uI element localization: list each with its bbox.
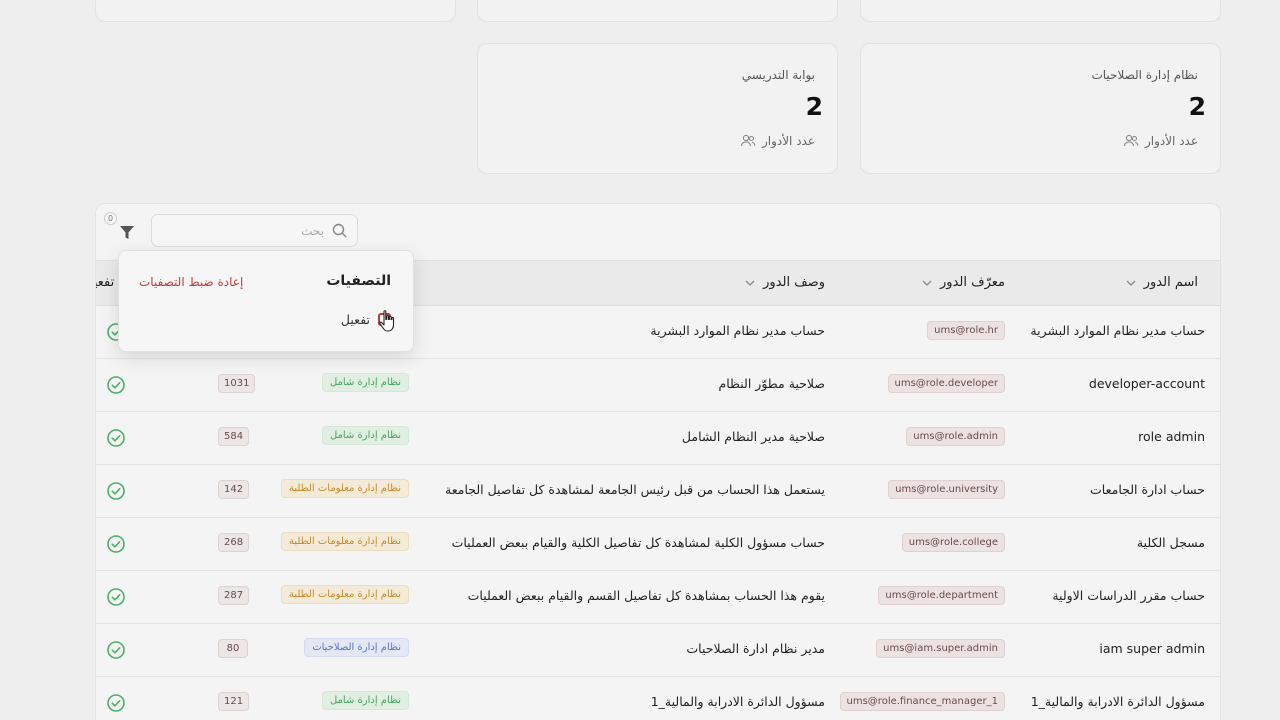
- column-header-label: تفعيل: [96, 275, 115, 290]
- users-icon: [1123, 134, 1139, 147]
- user-count-badge: 142: [218, 480, 250, 499]
- column-header-label: اسم الدور: [1143, 275, 1198, 290]
- search-input[interactable]: [174, 223, 324, 238]
- role-name: مسجل الكلية: [1136, 535, 1205, 550]
- system-badge: نظام إدارة شامل: [321, 373, 409, 392]
- hand-cursor-icon: [379, 310, 395, 332]
- role-code-badge: ums@iam.super.admin: [876, 639, 1005, 658]
- role-description: مسؤول الدائرة الادرابة والمالية_1: [650, 694, 825, 709]
- filter-count-badge: 0: [104, 212, 117, 225]
- check-circle-icon[interactable]: [106, 534, 126, 554]
- table-row[interactable]: role admin ums@role.admin صلاحية مدير النظ…: [96, 412, 1220, 465]
- role-description: يقوم هذا الحساب بمشاهدة كل تفاصيل القسم …: [467, 588, 825, 603]
- user-count-badge: 268: [218, 533, 250, 552]
- user-count-badge: 1031: [218, 374, 256, 393]
- role-name: iam super admin: [1099, 641, 1205, 656]
- chevron-down-icon: [1126, 280, 1136, 286]
- check-circle-icon[interactable]: [106, 693, 126, 713]
- system-badge: نظام إدارة معلومات الطلبة: [280, 532, 409, 551]
- stat-card-title: بوابة التدريسي: [741, 68, 815, 82]
- reset-filters-link[interactable]: إعادة ضبط التصفيات: [139, 275, 243, 289]
- chevron-down-icon: [745, 280, 755, 286]
- user-count-badge: 80: [218, 639, 248, 658]
- check-circle-icon[interactable]: [106, 640, 126, 660]
- stat-card-value: 2: [1188, 92, 1206, 121]
- role-name: role admin: [1138, 429, 1205, 444]
- column-header-label: معرّف الدور: [940, 275, 1005, 290]
- search-box[interactable]: [151, 214, 358, 247]
- check-circle-icon[interactable]: [106, 481, 126, 501]
- role-name: حساب ادارة الجامعات: [1090, 482, 1205, 497]
- role-code-badge: ums@role.college: [901, 533, 1005, 552]
- top-card-3: [860, 0, 1221, 22]
- role-name: developer-account: [1088, 376, 1205, 391]
- user-count-badge: 287: [218, 586, 250, 605]
- stat-card-value: 2: [805, 92, 823, 121]
- role-code-badge: ums@role.university: [888, 480, 1005, 499]
- table-row[interactable]: مسجل الكلية ums@role.college حساب مسؤول ال…: [96, 518, 1220, 571]
- system-badge: نظام إدارة الصلاحيات: [304, 638, 409, 657]
- system-badge: نظام إدارة شامل: [321, 426, 409, 445]
- filter-popup: التصفيات إعادة ضبط التصفيات تفعيل: [118, 250, 414, 352]
- table-row[interactable]: حساب مقرر الدراسات الاولية ums@role.depar…: [96, 571, 1220, 624]
- role-description: صلاحية مطوّر النظام: [718, 376, 825, 391]
- column-header-label: وصف الدور: [763, 275, 825, 290]
- stat-card-teacher-portal: بوابة التدريسي 2 عدد الأدوار: [477, 43, 838, 174]
- check-circle-icon[interactable]: [106, 587, 126, 607]
- table-row[interactable]: developer-account ums@role.developer صلاحي…: [96, 359, 1220, 412]
- system-badge: نظام إدارة معلومات الطلبة: [280, 585, 409, 604]
- top-card-1: [95, 0, 456, 22]
- role-description: حساب مدير نظام الموارد البشرية: [650, 323, 825, 338]
- filter-icon[interactable]: [118, 222, 136, 242]
- column-header-desc[interactable]: وصف الدور: [745, 275, 825, 290]
- users-icon: [740, 134, 756, 147]
- stat-card-permissions: نظام إدارة الصلاحيات 2 عدد الأدوار: [860, 43, 1221, 174]
- top-card-2: [477, 0, 838, 22]
- check-circle-icon[interactable]: [106, 375, 126, 395]
- table-row[interactable]: مسؤول الدائرة الادرابة والمالية_1 ums@rol…: [96, 677, 1220, 720]
- table-row[interactable]: iam super admin ums@iam.super.admin مدير ن…: [96, 624, 1220, 677]
- chevron-down-icon: [922, 280, 932, 286]
- user-count-badge: 121: [218, 692, 250, 711]
- filter-option-label: تفعيل: [340, 312, 370, 327]
- stat-card-footer-label: عدد الأدوار: [761, 134, 815, 148]
- check-circle-icon[interactable]: [106, 428, 126, 448]
- stat-card-title: نظام إدارة الصلاحيات: [1091, 68, 1198, 82]
- role-name: مسؤول الدائرة الادرابة والمالية_1: [1030, 694, 1205, 709]
- stat-card-footer-label: عدد الأدوار: [1144, 134, 1198, 148]
- role-code-badge: ums@role.finance_manager_1: [839, 692, 1005, 711]
- user-count-badge: 584: [218, 427, 250, 446]
- role-name: حساب مقرر الدراسات الاولية: [1052, 588, 1205, 603]
- role-code-badge: ums@role.department: [878, 586, 1005, 605]
- role-description: صلاحية مدير النظام الشامل: [681, 429, 825, 444]
- system-badge: نظام إدارة معلومات الطلبة: [280, 479, 409, 498]
- role-description: يستعمل هذا الحساب من قبل رئيس الجامعة لم…: [445, 482, 825, 497]
- column-header-code[interactable]: معرّف الدور: [922, 275, 1005, 290]
- filter-popup-title: التصفيات: [326, 273, 391, 289]
- search-icon: [332, 223, 347, 238]
- table-row[interactable]: حساب ادارة الجامعات ums@role.university يس…: [96, 465, 1220, 518]
- stat-card-footer: عدد الأدوار: [1123, 134, 1198, 148]
- system-badge: نظام إدارة شامل: [321, 691, 409, 710]
- role-description: مدير نظام ادارة الصلاحيات: [686, 641, 825, 656]
- stat-card-footer: عدد الأدوار: [740, 134, 815, 148]
- role-code-badge: ums@role.admin: [906, 427, 1005, 446]
- role-name: حساب مدير نظام الموارد البشرية: [1030, 323, 1205, 338]
- column-header-name[interactable]: اسم الدور: [1126, 275, 1198, 290]
- role-code-badge: ums@role.developer: [887, 374, 1005, 393]
- role-code-badge: ums@role.hr: [927, 321, 1005, 340]
- role-description: حساب مسؤول الكلية لمشاهدة كل تفاصيل الكل…: [451, 535, 825, 550]
- column-header-active[interactable]: تفعيل: [96, 275, 115, 290]
